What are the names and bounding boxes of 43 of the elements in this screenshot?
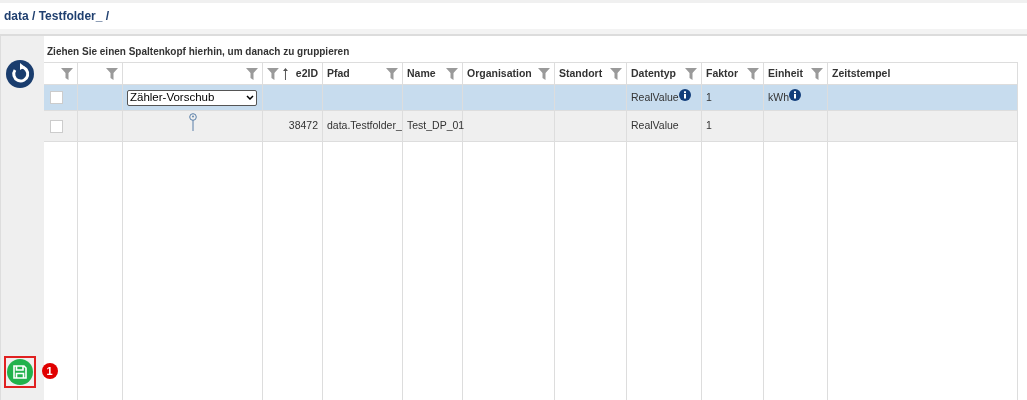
breadcrumb: data / Testfolder_ / xyxy=(4,8,110,25)
filter-icon[interactable] xyxy=(106,67,118,80)
refresh-icon[interactable] xyxy=(5,60,34,88)
row-checkbox[interactable] xyxy=(50,91,63,104)
table-cell: data.Testfolder_ xyxy=(327,118,402,134)
table-cell: Test_DP_01 xyxy=(407,118,465,134)
table-cell-text: kWh xyxy=(768,89,789,105)
column-header[interactable]: Datentyp xyxy=(631,65,676,82)
filter-icon[interactable] xyxy=(747,67,759,80)
filter-icon[interactable] xyxy=(538,67,550,80)
notification-badge: 1 xyxy=(41,363,58,379)
table-cell-text: 1 xyxy=(706,89,712,105)
table-cell-text: RealValue xyxy=(631,89,679,105)
filter-icon[interactable] xyxy=(685,67,697,80)
group-panel-hint: Ziehen Sie einen Spaltenkopf hierhin, um danach zu gruppieren xyxy=(47,44,350,59)
filter-icon[interactable] xyxy=(386,67,398,80)
dropdown-field[interactable]: Zähler-Vorschub xyxy=(127,89,257,106)
table-row[interactable]: Zähler-Vorschub RealValue 1 kWh xyxy=(44,85,1018,111)
save-button[interactable] xyxy=(3,356,36,388)
column-header[interactable]: Name xyxy=(407,65,436,82)
chevron-down-icon xyxy=(246,95,254,100)
table-cell: 1 xyxy=(706,118,712,134)
info-icon[interactable] xyxy=(678,88,691,101)
column-header[interactable]: Einheit xyxy=(768,65,803,82)
filter-icon[interactable] xyxy=(610,67,622,80)
column-header[interactable]: Standort xyxy=(559,65,603,82)
filter-icon[interactable] xyxy=(61,67,73,80)
table-cell: RealValue xyxy=(631,118,679,134)
column-header[interactable]: Organisation xyxy=(467,65,532,82)
column-header[interactable]: Faktor xyxy=(706,65,739,82)
column-header[interactable]: e2ID xyxy=(295,65,318,82)
column-header[interactable]: Pfad xyxy=(327,65,350,82)
filter-icon[interactable] xyxy=(246,67,258,80)
table-row[interactable]: 38472 data.Testfolder_ Test_DP_01 RealValue 1 xyxy=(44,111,1018,142)
table-cell: 38472 xyxy=(288,118,318,134)
row-checkbox[interactable] xyxy=(50,119,63,133)
pin-icon[interactable] xyxy=(188,113,197,131)
column-header[interactable]: Zeitstempel xyxy=(832,65,891,82)
info-icon[interactable] xyxy=(789,88,801,101)
filter-icon[interactable] xyxy=(446,67,458,80)
save-icon xyxy=(6,359,33,385)
sort-ascending-icon[interactable] xyxy=(282,67,288,80)
filter-icon[interactable] xyxy=(811,67,823,80)
